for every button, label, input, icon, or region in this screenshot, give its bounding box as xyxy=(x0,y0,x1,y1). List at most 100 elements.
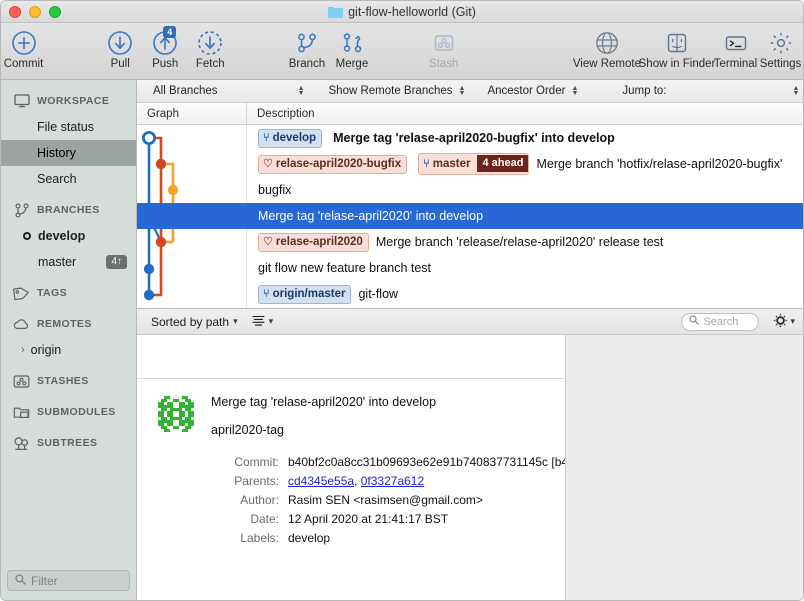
commit-list-column-header: Graph Description xyxy=(137,103,803,125)
window-title: git-flow-helloworld (Git) xyxy=(348,4,476,19)
push-up-arrow-icon: 4 xyxy=(152,26,178,57)
ref-label-tag-release[interactable]: ♡ relase-april2020 xyxy=(258,232,369,252)
fetch-label: Fetch xyxy=(195,58,225,70)
push-button[interactable]: 4 Push xyxy=(143,23,188,70)
sidebar-section-remotes[interactable]: REMOTES xyxy=(1,311,136,337)
sidebar-section-branches-label: BRANCHES xyxy=(37,204,100,216)
table-row[interactable]: ⑂ develop Merge tag 'relase-april2020-bu… xyxy=(137,125,803,151)
detail-settings-button[interactable]: ▾ xyxy=(773,313,795,331)
stepper-icon[interactable]: ▲ ▼ xyxy=(792,85,799,97)
gear-icon xyxy=(773,313,788,331)
push-label: Push xyxy=(152,58,179,70)
minimize-button[interactable] xyxy=(29,5,41,18)
gear-icon xyxy=(768,29,794,57)
remote-branches-dropdown[interactable]: Show Remote Branches ▲ ▼ xyxy=(305,80,466,102)
sidebar-section-subtrees[interactable]: SUBTREES xyxy=(1,430,136,456)
diff-panel[interactable] xyxy=(566,335,803,600)
merge-button[interactable]: Merge xyxy=(329,23,374,70)
tag-glyph-icon: ♡ xyxy=(263,157,273,170)
sidebar-section-remotes-label: REMOTES xyxy=(37,318,92,330)
list-view-icon xyxy=(252,315,265,329)
view-remote-button[interactable]: View Remote xyxy=(573,23,641,70)
sidebar-section-branches[interactable]: BRANCHES xyxy=(1,197,136,223)
sidebar-item-history[interactable]: History xyxy=(1,140,136,166)
pull-button[interactable]: Pull xyxy=(98,23,143,70)
stepper-icon[interactable]: ▲ ▼ xyxy=(459,85,466,97)
meta-commit-key: Commit: xyxy=(234,455,279,469)
commit-detail-body: Merge tag 'relase-april2020' into develo… xyxy=(211,393,566,548)
table-row[interactable]: Merge tag 'relase-april2020' into develo… xyxy=(137,203,803,229)
main-toolbar: Commit Pull 4 Push Fetch Branch Merge St… xyxy=(1,23,803,80)
meta-date: Date: 12 April 2020 at 21:41:17 BST xyxy=(211,510,565,529)
table-row[interactable]: ♡ relase-april2020-bugfix ⑂ master 4 ahe… xyxy=(137,151,803,177)
maximize-button[interactable] xyxy=(49,5,61,18)
sidebar-section-submodules[interactable]: SUBMODULES xyxy=(1,399,136,425)
identicon-avatar xyxy=(155,393,197,435)
branch-scope-label: All Branches xyxy=(153,85,218,97)
stash-icon xyxy=(13,374,30,389)
branch-icon xyxy=(294,29,320,57)
parent-link-1[interactable]: cd4345e55a xyxy=(288,474,354,488)
settings-button[interactable]: Settings xyxy=(758,23,803,70)
column-description-header[interactable]: Description xyxy=(247,108,315,120)
sidebar-item-search[interactable]: Search xyxy=(1,166,136,192)
column-graph-header[interactable]: Graph xyxy=(137,103,247,124)
stash-button[interactable]: Stash xyxy=(421,23,466,70)
show-in-finder-button[interactable]: Show in Finder xyxy=(639,23,715,70)
sidebar-filter-placeholder: Filter xyxy=(31,573,58,588)
main-panel: All Branches ▲ ▼ Show Remote Branches ▲ ▼ … xyxy=(137,80,803,600)
sidebar-section-workspace[interactable]: WORKSPACE xyxy=(1,88,136,114)
meta-commit-value: b40bf2c0a8cc31b09693e62e91b740837731145c… xyxy=(288,455,566,469)
ref-label-develop-text: develop xyxy=(272,131,317,144)
branch-glyph-icon: ⑂ xyxy=(423,157,430,170)
chevron-right-icon[interactable]: › xyxy=(21,344,25,356)
merge-icon xyxy=(339,29,365,57)
detail-search-input[interactable]: Search xyxy=(681,312,760,331)
ref-label-develop[interactable]: ⑂ develop xyxy=(258,128,323,148)
meta-date-key: Date: xyxy=(250,512,279,526)
jump-to-label: Jump to: xyxy=(622,85,667,97)
terminal-button[interactable]: Terminal xyxy=(713,23,758,70)
ref-label-tag-bugfix[interactable]: ♡ relase-april2020-bugfix xyxy=(258,154,408,174)
sidebar-section-tags[interactable]: TAGS xyxy=(1,280,136,306)
sidebar-remote-origin[interactable]: › origin xyxy=(1,337,136,363)
branch-scope-dropdown[interactable]: All Branches ▲ ▼ xyxy=(137,80,305,102)
window-body: WORKSPACE File status History Search BRA… xyxy=(1,80,803,600)
ancestor-order-label: Ancestor Order xyxy=(487,85,566,97)
commit-label: Commit xyxy=(3,58,44,70)
sidebar-item-search-label: Search xyxy=(37,172,77,186)
file-list-area[interactable] xyxy=(137,335,565,379)
jump-to-dropdown[interactable]: Jump to: ▲ ▼ xyxy=(578,80,799,102)
table-row[interactable]: ⑂ origin/master git-flow xyxy=(137,281,803,307)
ref-label-origin-master[interactable]: ⑂ origin/master xyxy=(258,284,352,304)
fetch-button[interactable]: Fetch xyxy=(188,23,233,70)
commit-list[interactable]: ⑂ develop Merge tag 'relase-april2020-bu… xyxy=(137,125,803,308)
detail-search-placeholder: Search xyxy=(703,315,739,328)
parent-link-2[interactable]: 0f3327a612 xyxy=(361,474,424,488)
view-mode-dropdown[interactable]: ▾ xyxy=(252,315,274,329)
search-icon xyxy=(689,315,700,328)
sourcetree-window: git-flow-helloworld (Git) Commit Pull 4 … xyxy=(0,0,804,601)
sidebar-item-file-status[interactable]: File status xyxy=(1,114,136,140)
ancestor-order-dropdown[interactable]: Ancestor Order ▲ ▼ xyxy=(465,80,578,102)
folder-icon xyxy=(328,6,344,18)
branch-spacer-icon xyxy=(23,258,31,266)
sidebar-branch-develop[interactable]: develop xyxy=(1,223,136,249)
sort-dropdown[interactable]: Sorted by path ▾ xyxy=(151,315,238,329)
merge-label: Merge xyxy=(335,58,369,70)
table-row[interactable]: ♡ relase-april2020 Merge branch 'release… xyxy=(137,229,803,255)
sidebar-filter-input[interactable]: Filter xyxy=(7,570,130,591)
commit-button[interactable]: Commit xyxy=(1,23,46,70)
meta-parents-value: cd4345e55a, 0f3327a612 xyxy=(288,474,425,488)
table-row[interactable]: git flow new feature branch test xyxy=(137,255,803,281)
sidebar-section-submodules-label: SUBMODULES xyxy=(37,406,116,418)
table-row[interactable]: bugfix xyxy=(137,177,803,203)
stepper-icon[interactable]: ▲ ▼ xyxy=(298,85,305,97)
ref-label-master[interactable]: ⑂ master 4 ahead xyxy=(418,153,530,175)
close-button[interactable] xyxy=(9,5,21,18)
sidebar-section-stashes[interactable]: STASHES xyxy=(1,368,136,394)
sidebar-branch-master[interactable]: master 4↑ xyxy=(1,249,136,275)
branch-button[interactable]: Branch xyxy=(284,23,329,70)
chevron-down-icon: ▾ xyxy=(268,316,274,326)
stepper-icon[interactable]: ▲ ▼ xyxy=(571,85,578,97)
